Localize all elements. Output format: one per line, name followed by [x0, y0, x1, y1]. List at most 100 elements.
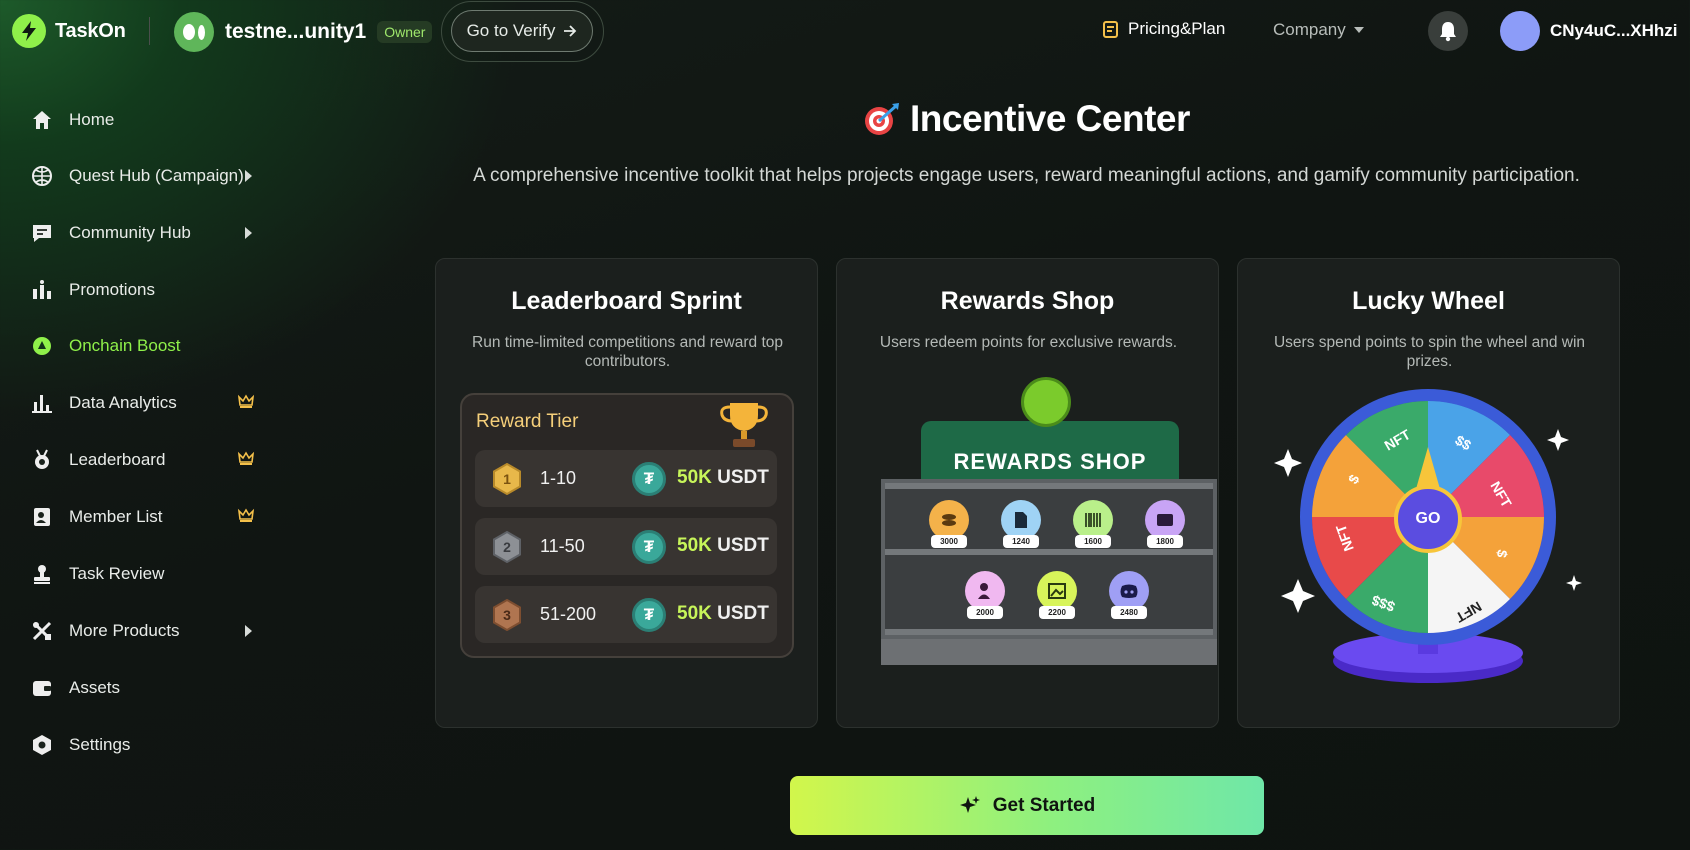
- shop-shelves: 3000 1240 1600 1800 2000 2200 2480: [881, 479, 1217, 639]
- page-title: Incentive Center: [862, 98, 1190, 140]
- card-description: Run time-limited competitions and reward…: [472, 334, 783, 370]
- price-tag: 1600: [1075, 535, 1111, 548]
- svg-text:3: 3: [503, 607, 511, 623]
- lucky-wheel-card[interactable]: Lucky Wheel Users spend points to spin t…: [1237, 258, 1620, 728]
- svg-text:2: 2: [503, 539, 511, 555]
- usdt-coin-icon: ₮: [632, 598, 666, 632]
- chart-person-icon: [30, 278, 54, 302]
- rank-range: 1-10: [540, 468, 577, 488]
- sidebar-item-label: Settings: [69, 735, 131, 754]
- home-icon: [30, 108, 54, 132]
- shelf-divider: [885, 629, 1213, 635]
- card-title: Lucky Wheel: [1352, 287, 1505, 315]
- wallet-icon: [30, 676, 54, 700]
- reward-tier-panel: Reward Tier 1 1-10 ₮ 50K USDT 2 11-50 ₮ …: [460, 393, 794, 658]
- reward-tier-row: 2 11-50 ₮ 50K USDT: [475, 518, 777, 575]
- card-description: Users spend points to spin the wheel and…: [1273, 334, 1586, 370]
- sidebar-item-onchain-boost[interactable]: Onchain Boost: [30, 331, 260, 361]
- lightning-logo-icon: [12, 14, 46, 48]
- usdt-coin-icon: ₮: [632, 530, 666, 564]
- premium-crown-icon: [237, 393, 255, 414]
- price-tag: 3000: [931, 535, 967, 548]
- target-dart-icon: [865, 103, 899, 135]
- sidebar-item-quest-hub[interactable]: Quest Hub (Campaign): [30, 161, 260, 191]
- logo-text: TaskOn: [55, 19, 126, 42]
- rank-range: 11-50: [540, 536, 585, 556]
- coins-icon: [929, 500, 969, 540]
- shelf-divider: [885, 549, 1213, 555]
- sidebar-item-leaderboard[interactable]: Leaderboard: [30, 445, 260, 475]
- community-switcher[interactable]: testne...unity1 Owner: [174, 12, 433, 52]
- bar-chart-icon: [30, 391, 54, 415]
- user-menu[interactable]: CNy4uC...XHhzi: [1500, 11, 1678, 51]
- notifications-button[interactable]: [1428, 11, 1468, 51]
- go-to-verify-button[interactable]: Go to Verify: [451, 10, 593, 52]
- sidebar-item-label: Promotions: [69, 280, 155, 299]
- chevron-right-icon: [245, 170, 252, 182]
- sidebar-item-task-review[interactable]: Task Review: [30, 559, 260, 589]
- lucky-wheel-illustration: NFT $$ NFT $ NFT $$$ NFT $ GO: [1268, 389, 1588, 699]
- company-label: Company: [1273, 20, 1346, 39]
- price-tag: 2000: [967, 606, 1003, 619]
- page-subtitle: A comprehensive incentive toolkit that h…: [473, 165, 1580, 186]
- sidebar-item-more-products[interactable]: More Products: [30, 616, 260, 646]
- cta-label: Get Started: [992, 794, 1096, 816]
- medal-icon: [30, 448, 54, 472]
- community-name: testne...unity1: [225, 20, 367, 43]
- header-divider: [149, 17, 150, 45]
- sidebar-item-home[interactable]: Home: [30, 105, 260, 135]
- spin-go-button: GO: [1394, 485, 1462, 553]
- reward-amount: 50K USDT: [677, 467, 769, 488]
- bell-icon: [1440, 22, 1456, 42]
- card-title: Leaderboard Sprint: [511, 287, 742, 315]
- ticket-icon: [1145, 500, 1185, 540]
- barcode-icon: [1073, 500, 1113, 540]
- mascot-icon: [1021, 377, 1071, 427]
- reward-tier-title: Reward Tier: [476, 411, 579, 432]
- sidebar-item-member-list[interactable]: Member List: [30, 502, 260, 532]
- top-header: TaskOn testne...unity1 Owner Go to Verif…: [0, 0, 1690, 62]
- globe-icon: [30, 164, 54, 188]
- hexagon-gear-icon: [30, 733, 54, 757]
- silver-medal-icon: 2: [493, 531, 521, 563]
- company-dropdown[interactable]: Company: [1273, 20, 1364, 40]
- price-tag: 2200: [1039, 606, 1075, 619]
- sidebar-item-label: Onchain Boost: [69, 336, 181, 355]
- sidebar-item-label: Community Hub: [69, 223, 191, 242]
- arrow-right-icon: [564, 25, 577, 37]
- card-title: Rewards Shop: [940, 287, 1115, 315]
- title-text: Incentive Center: [910, 98, 1190, 139]
- price-tag: 1240: [1003, 535, 1039, 548]
- chevron-right-icon: [245, 625, 252, 637]
- rewards-shop-illustration: REWARDS SHOP 3000 1240 1600 1800 2000 22…: [859, 371, 1217, 665]
- user-avatar: [1500, 11, 1540, 51]
- user-name: CNy4uC...XHhzi: [1550, 21, 1678, 40]
- sidebar-item-data-analytics[interactable]: Data Analytics: [30, 388, 260, 418]
- sidebar-item-label: Task Review: [69, 564, 165, 583]
- leaderboard-sprint-card[interactable]: Leaderboard Sprint Run time-limited comp…: [435, 258, 818, 728]
- gold-medal-icon: 1: [493, 463, 521, 495]
- taskon-logo[interactable]: TaskOn: [12, 14, 126, 48]
- price-tag: 1800: [1147, 535, 1183, 548]
- card-description: Users redeem points for exclusive reward…: [879, 334, 1178, 351]
- sparkle-icon: [959, 795, 980, 813]
- reward-amount: 50K USDT: [677, 603, 769, 624]
- sidebar-item-label: Member List: [69, 507, 163, 526]
- sidebar-item-label: Leaderboard: [69, 450, 166, 469]
- rewards-shop-card[interactable]: Rewards Shop Users redeem points for exc…: [836, 258, 1219, 728]
- sidebar-item-promotions[interactable]: Promotions: [30, 275, 260, 305]
- sidebar-item-settings[interactable]: Settings: [30, 730, 260, 760]
- get-started-button[interactable]: Get Started: [790, 776, 1264, 835]
- owner-badge: Owner: [377, 21, 433, 43]
- price-tag: 2480: [1111, 606, 1147, 619]
- document-icon: [1001, 500, 1041, 540]
- user-check-icon: [965, 571, 1005, 611]
- pricing-label: Pricing&Plan: [1128, 19, 1226, 38]
- svg-text:1: 1: [503, 471, 511, 487]
- sidebar-item-label: Home: [69, 110, 115, 129]
- sidebar-item-community-hub[interactable]: Community Hub: [30, 218, 260, 248]
- sidebar-item-assets[interactable]: Assets: [30, 673, 260, 703]
- pricing-plan-link[interactable]: Pricing&Plan: [1103, 19, 1225, 39]
- reward-tier-row: 3 51-200 ₮ 50K USDT: [475, 586, 777, 643]
- sidebar-item-label: Assets: [69, 678, 121, 697]
